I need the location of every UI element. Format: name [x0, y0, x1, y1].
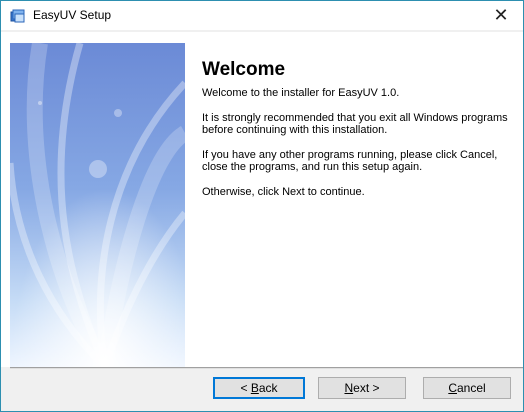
banner-graphic: [10, 43, 185, 367]
back-button-label: < Back: [240, 381, 278, 395]
page-title: Welcome: [202, 59, 286, 80]
banner-image: [10, 43, 185, 367]
next-button[interactable]: Next >: [318, 377, 406, 399]
close-icon: ✕: [493, 5, 509, 25]
recommendation-paragraph: It is strongly recommended that you exit…: [202, 112, 508, 136]
running-programs-paragraph: If you have any other programs running, …: [202, 149, 498, 173]
cancel-button[interactable]: Cancel: [423, 377, 511, 399]
close-button[interactable]: ✕: [479, 1, 523, 30]
back-button[interactable]: < Back: [213, 377, 305, 399]
setup-window: EasyUV Setup ✕ Welcome Welcome to the in…: [0, 0, 524, 412]
continue-paragraph: Otherwise, click Next to continue.: [202, 186, 365, 198]
footer-divider: [10, 367, 523, 369]
installer-icon: [10, 9, 25, 23]
welcome-paragraph: Welcome to the installer for EasyUV 1.0.: [202, 87, 400, 99]
next-button-label: Next >: [344, 381, 380, 395]
welcome-text-area: Welcome Welcome to the installer for Eas…: [202, 59, 512, 211]
window-title: EasyUV Setup: [33, 8, 112, 22]
content-area: Welcome Welcome to the installer for Eas…: [1, 32, 523, 367]
cancel-button-label: Cancel: [448, 381, 486, 395]
title-bar[interactable]: EasyUV Setup ✕: [1, 1, 523, 30]
